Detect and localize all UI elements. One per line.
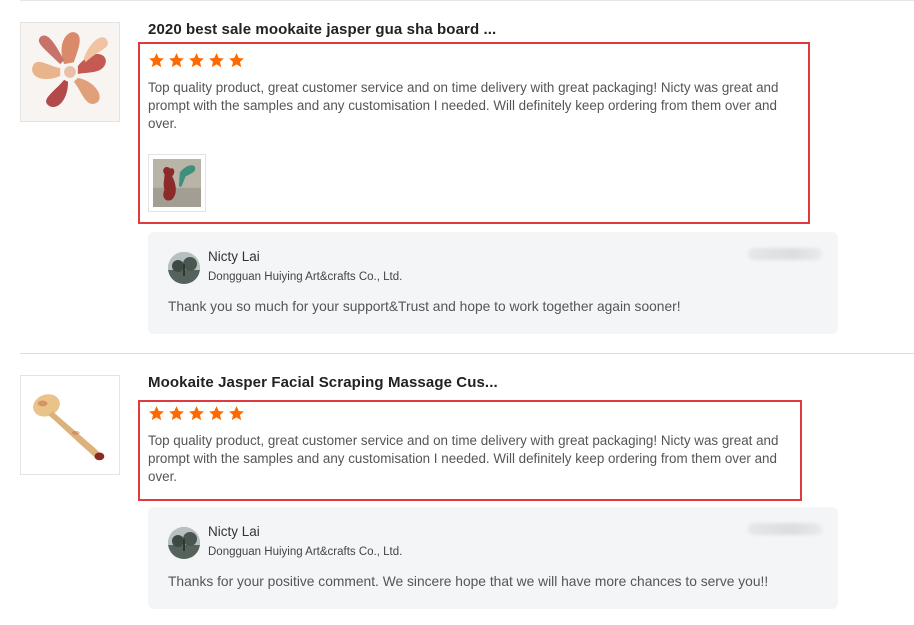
reply-text: Thanks for your positive comment. We sin… <box>168 574 769 589</box>
star-icon <box>189 406 204 421</box>
product-title[interactable]: Mookaite Jasper Facial Scraping Massage … <box>148 374 498 391</box>
review-item: 2020 best sale mookaite jasper gua sha b… <box>0 0 914 352</box>
review-photo[interactable] <box>148 154 206 212</box>
star-icon <box>229 53 244 68</box>
avatar <box>168 252 200 284</box>
star-icon <box>149 406 164 421</box>
reply-company[interactable]: Dongguan Huiying Art&crafts Co., Ltd. <box>208 271 402 283</box>
seller-reply: Nicty Lai Dongguan Huiying Art&crafts Co… <box>148 232 838 334</box>
star-icon <box>209 53 224 68</box>
rating-stars <box>148 405 245 422</box>
reply-author: Nicty Lai <box>208 524 260 539</box>
star-icon <box>229 406 244 421</box>
rating-stars <box>148 52 245 69</box>
star-icon <box>169 406 184 421</box>
star-icon <box>189 53 204 68</box>
star-icon <box>149 53 164 68</box>
star-icon <box>169 53 184 68</box>
product-title[interactable]: 2020 best sale mookaite jasper gua sha b… <box>148 21 496 38</box>
seller-reply: Nicty Lai Dongguan Huiying Art&crafts Co… <box>148 507 838 609</box>
avatar <box>168 527 200 559</box>
review-item: Mookaite Jasper Facial Scraping Massage … <box>0 354 914 625</box>
product-thumbnail[interactable] <box>20 22 120 122</box>
star-icon <box>209 406 224 421</box>
reply-date-blurred <box>748 248 822 260</box>
product-thumbnail[interactable] <box>20 375 120 475</box>
reply-company[interactable]: Dongguan Huiying Art&crafts Co., Ltd. <box>208 546 402 558</box>
review-text: Top quality product, great customer serv… <box>148 433 779 484</box>
highlight-box <box>138 42 810 224</box>
review-text: Top quality product, great customer serv… <box>148 80 779 131</box>
reply-text: Thank you so much for your support&Trust… <box>168 299 681 314</box>
reply-author: Nicty Lai <box>208 249 260 264</box>
reply-date-blurred <box>748 523 822 535</box>
